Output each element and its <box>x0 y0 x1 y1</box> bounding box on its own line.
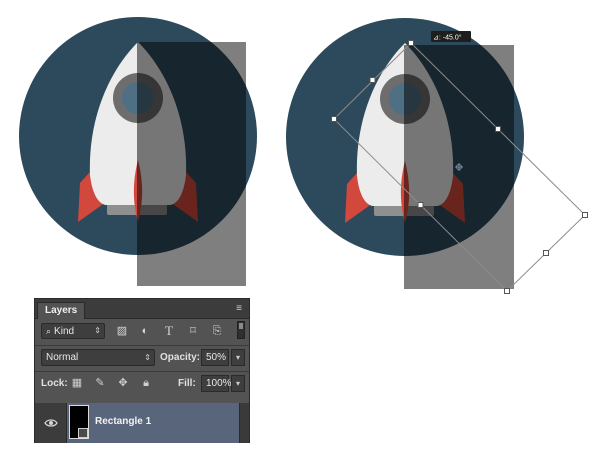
transform-handle-left[interactable] <box>331 116 337 122</box>
shape-filter-icon[interactable]: ⌑ <box>186 324 200 338</box>
fill-input[interactable]: 100% <box>201 375 232 392</box>
rotation-readout: ⊿: -45.0° <box>433 34 462 42</box>
layer-row-rectangle-1[interactable]: Rectangle 1 <box>35 403 249 443</box>
search-icon: ⌕ <box>46 326 52 336</box>
transform-handle-right[interactable] <box>582 212 588 218</box>
adjustment-filter-icon[interactable]: ◐ <box>138 324 152 338</box>
blend-mode-value: Normal <box>46 352 79 363</box>
divider <box>35 371 249 372</box>
smart-object-filter-icon[interactable]: ⎘ <box>210 324 224 338</box>
kind-filter-select[interactable]: ⌕ Kind ⇕ <box>41 323 105 339</box>
tab-layers[interactable]: Layers <box>37 302 86 319</box>
lock-label: Lock: <box>41 378 68 389</box>
transform-handle-top-right[interactable] <box>495 126 501 132</box>
image-filter-icon[interactable]: ▨ <box>115 324 129 338</box>
layers-panel: Layers ≡ ⌕ Kind ⇕ ▨ ◐ T ⌑ ⎘ Normal ⇕ Opac… <box>34 298 250 443</box>
shape-layer-badge-icon <box>78 428 88 438</box>
rocket-illustration-left <box>19 17 257 286</box>
visibility-toggle[interactable] <box>35 403 67 443</box>
kind-filter-label: Kind <box>54 326 75 337</box>
layer-filter-row: ⌕ Kind ⇕ ▨ ◐ T ⌑ ⎘ <box>35 319 249 345</box>
artwork-canvas: ⊿: -45.0° <box>19 17 588 294</box>
layers-scrollbar[interactable] <box>239 403 249 443</box>
transform-handle-bottom-left[interactable] <box>417 202 424 208</box>
blend-row: Normal ⇕ Opacity: 50% ▾ <box>35 346 249 370</box>
eye-icon <box>44 419 58 427</box>
type-filter-icon[interactable]: T <box>162 324 176 338</box>
fill-label: Fill: <box>178 378 196 389</box>
chevron-updown-icon: ⇕ <box>144 353 151 362</box>
layer-name[interactable]: Rectangle 1 <box>95 416 151 427</box>
transform-handle-bottom[interactable] <box>504 288 510 294</box>
transform-handle-top[interactable] <box>408 40 414 46</box>
transform-handle-top-left[interactable] <box>369 77 376 83</box>
opacity-label: Opacity: <box>160 352 201 363</box>
filter-toggle-switch[interactable] <box>237 321 245 339</box>
opacity-dropdown-button[interactable]: ▾ <box>231 349 245 366</box>
layer-selection-highlight <box>67 403 239 443</box>
rotation-tooltip: ⊿: -45.0° <box>431 31 471 42</box>
chevron-updown-icon: ⇕ <box>94 326 101 335</box>
lock-row: Lock: ▦ ✎ ✥ 🔒︎ Fill: 100% ▾ <box>35 374 249 398</box>
overlay-rectangle[interactable] <box>137 42 246 286</box>
panel-tab-bar: Layers ≡ <box>35 299 249 319</box>
lock-transparent-pixels-icon[interactable]: ▦ <box>70 376 84 390</box>
lock-all-icon[interactable]: 🔒︎ <box>139 376 153 390</box>
rocket-illustration-right: ⊿: -45.0° <box>286 18 588 294</box>
fill-dropdown-button[interactable]: ▾ <box>231 375 245 392</box>
lock-position-icon[interactable]: ✥ <box>116 376 130 390</box>
panel-menu-icon[interactable]: ≡ <box>233 304 245 314</box>
transform-handle-bottom-right[interactable] <box>543 250 549 256</box>
opacity-input[interactable]: 50% <box>201 349 229 366</box>
lock-image-pixels-icon[interactable]: ✎ <box>93 376 107 390</box>
blend-mode-select[interactable]: Normal ⇕ <box>41 349 155 366</box>
